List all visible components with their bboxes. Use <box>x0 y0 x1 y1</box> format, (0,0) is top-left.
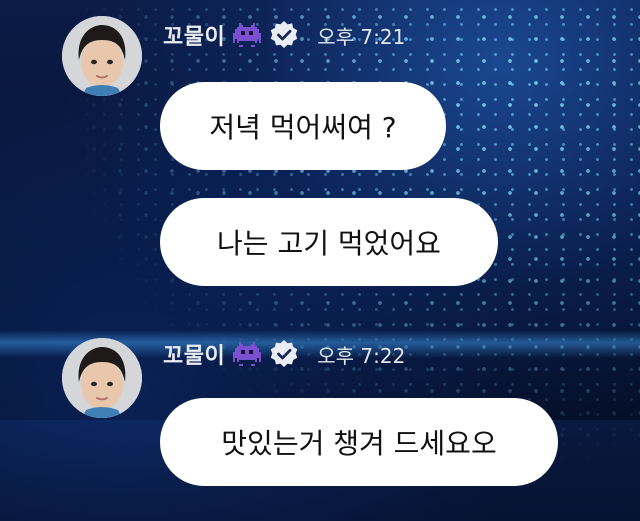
avatar-image <box>62 338 142 418</box>
sender-name[interactable]: 꼬물이 <box>163 338 225 370</box>
verified-badge-icon <box>269 20 299 50</box>
avatar[interactable] <box>62 338 142 418</box>
message-time: 오후 7:21 <box>317 24 406 49</box>
message-text: 저녁 먹어써여 ? <box>209 111 397 144</box>
avatar-image <box>62 16 142 96</box>
message-meta: 꼬물이 오후 7:22 <box>163 337 405 371</box>
message-bubble[interactable]: 나는 고기 먹었어요 <box>160 198 498 286</box>
message-time: 오후 7:22 <box>317 343 406 368</box>
message-text: 나는 고기 먹었어요 <box>217 227 441 260</box>
message-bubble[interactable]: 저녁 먹어써여 ? <box>160 82 446 170</box>
sender-name[interactable]: 꼬물이 <box>163 19 225 51</box>
message-bubble[interactable]: 맛있는거 챙겨 드세요오 <box>160 398 558 486</box>
avatar[interactable] <box>62 16 142 96</box>
verified-badge-icon <box>269 339 299 369</box>
alien-monster-icon <box>233 342 262 366</box>
message-text: 맛있는거 챙겨 드세요오 <box>221 427 497 460</box>
alien-monster-icon <box>233 23 262 47</box>
message-meta: 꼬물이 오후 7:21 <box>163 18 405 52</box>
